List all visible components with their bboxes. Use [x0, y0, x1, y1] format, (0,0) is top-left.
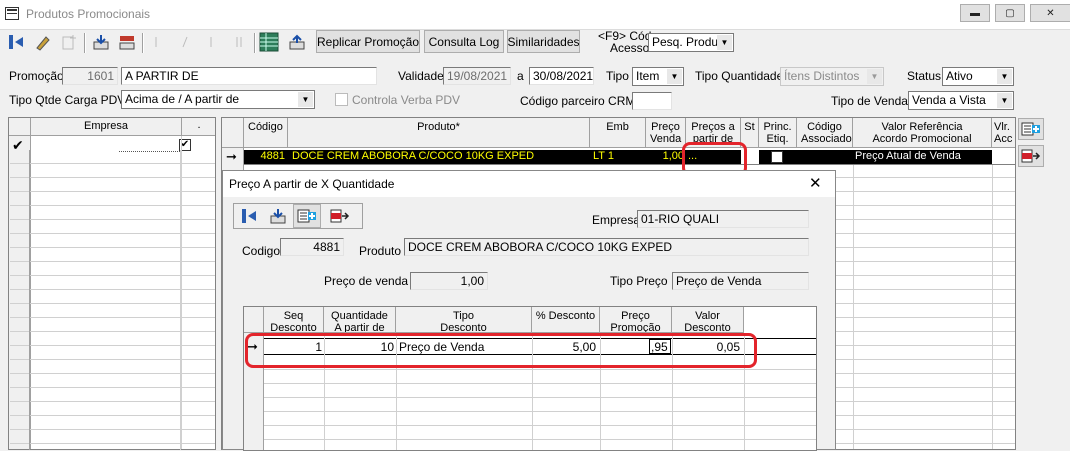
dialog-codigo-label: Codigo	[242, 244, 281, 258]
promocao-label: Promoção	[9, 69, 64, 83]
chevron-down-icon: ▼	[667, 69, 682, 84]
tipo-venda-label: Tipo de Venda	[831, 94, 908, 108]
col-tipo-desconto-header[interactable]: Tipo Desconto	[396, 307, 532, 333]
dialog-add-item-icon[interactable]	[293, 204, 321, 228]
dialog-tipo-preco-field: Preço de Venda	[672, 272, 809, 290]
dialog-produto-field: DOCE CREM ABOBORA C/COCO 10KG EXPED	[404, 238, 809, 256]
maximize-button[interactable]: ▢	[995, 4, 1025, 22]
row-valor-referencia[interactable]: Preço Atual de Venda	[853, 150, 992, 164]
dialog-close-icon[interactable]: ✕	[809, 174, 822, 192]
dialog-exit-icon[interactable]	[237, 206, 263, 226]
dialog-save-icon[interactable]	[265, 206, 291, 226]
validade-from-field[interactable]: 19/08/2021	[443, 67, 511, 85]
col-pct-desconto-header[interactable]: % Desconto	[532, 307, 600, 333]
col-emb-header[interactable]: Emb	[590, 118, 646, 148]
dialog-preco-venda-label: Preço de venda	[324, 274, 409, 288]
dialog-desconto-grid[interactable]: Seq Desconto Quantidade A partir de Tipo De…	[243, 306, 817, 451]
chevron-down-icon: ▼	[717, 35, 732, 50]
last-record-icon	[226, 32, 252, 52]
col-preco-promocao-header[interactable]: Preço Promoção	[600, 307, 672, 333]
col-produto-header[interactable]: Produto*	[288, 118, 590, 148]
chevron-down-icon: ▼	[997, 93, 1012, 108]
col-preco-venda-header[interactable]: Preço Venda	[646, 118, 686, 148]
promocao-code-field[interactable]: 1601	[62, 67, 118, 85]
dialog-empresa-field: 01-RIO QUALI	[637, 210, 809, 228]
current-row-arrow-icon: ➞	[226, 149, 237, 164]
similaridades-button[interactable]: Similaridades	[507, 30, 580, 53]
tipo-venda-dropdown[interactable]: Venda a Vista ▼	[908, 91, 1014, 110]
app-icon	[5, 7, 19, 20]
next-record-icon	[198, 32, 224, 52]
row-emb[interactable]: LT 1	[593, 150, 643, 164]
print-icon[interactable]	[284, 32, 310, 52]
preco-a-partir-dialog: Preço A partir de X Quantidade ✕ Empresa…	[222, 170, 836, 451]
codigo-parceiro-field[interactable]	[632, 92, 672, 110]
dialog-title-bar: Preço A partir de X Quantidade ✕	[223, 171, 835, 197]
delete-icon[interactable]	[114, 32, 140, 52]
tipo-label: Tipo	[606, 69, 629, 83]
first-record-icon	[146, 32, 172, 52]
dialog-preco-venda-field: 1,00	[410, 272, 488, 290]
controla-verba-checkbox	[335, 93, 348, 106]
acesso-label: <F9> Cód Acesso	[598, 29, 652, 55]
add-item-icon[interactable]	[1018, 118, 1044, 140]
dialog-codigo-field: 4881	[280, 238, 344, 256]
close-window-button[interactable]: ✕	[1030, 4, 1070, 22]
edit-pencil-icon[interactable]	[30, 32, 56, 52]
status-dropdown[interactable]: Ativo ▼	[942, 67, 1014, 86]
row-princ-etiq-checkbox[interactable]	[771, 151, 783, 163]
chevron-down-icon: ▼	[867, 69, 882, 84]
validade-sep-label: a	[517, 69, 524, 83]
tipo-qtde-carga-dropdown[interactable]: Acima de / A partir de ▼	[121, 90, 315, 109]
row-produto[interactable]: DOCE CREM ABOBORA C/COCO 10KG EXPED	[292, 150, 588, 164]
col-valor-desconto-header[interactable]: Valor Desconto	[672, 307, 744, 333]
tipo-quantidade-dropdown: Ítens Distintos ▼	[780, 67, 884, 86]
window-title: Produtos Promocionais	[26, 7, 151, 21]
empresa-column-header[interactable]: Empresa	[31, 118, 182, 136]
promocao-name-field[interactable]: A PARTIR DE	[121, 67, 377, 85]
codigo-parceiro-label: Código parceiro CRM	[520, 94, 636, 108]
col-princ-etiq-header[interactable]: Princ. Etiq.	[759, 118, 797, 148]
empresa-flag-column-header[interactable]: .	[182, 118, 215, 136]
exit-icon[interactable]	[4, 32, 30, 52]
tipo-dropdown[interactable]: Item ▼	[632, 67, 684, 86]
controla-verba-label: Controla Verba PDV	[352, 93, 461, 107]
dialog-tipo-preco-label: Tipo Preço	[610, 274, 668, 288]
dialog-produto-label: Produto	[359, 244, 402, 258]
col-seq-desconto-header[interactable]: Seq Desconto	[264, 307, 324, 333]
col-codigo-header[interactable]: Código	[244, 118, 288, 148]
col-quantidade-header[interactable]: Quantidade A partir de	[324, 307, 396, 333]
validade-label: Validade	[398, 69, 444, 83]
tipo-qtde-carga-label: Tipo Qtde Carga PDV	[9, 93, 126, 107]
prior-record-icon	[172, 32, 198, 52]
row-preco-venda[interactable]: 1,00	[646, 150, 686, 164]
remove-item-icon[interactable]	[1018, 145, 1044, 167]
minimize-button[interactable]: ▬	[960, 4, 990, 22]
title-bar: Produtos Promocionais ▬ ▢ ✕	[0, 0, 1070, 30]
chevron-down-icon: ▼	[997, 69, 1012, 84]
dialog-empresa-label: Empresa	[592, 213, 641, 227]
col-codigo-associado-header[interactable]: Código Associado	[797, 118, 853, 148]
dialog-title: Preço A partir de X Quantidade	[229, 177, 395, 191]
highlight-desconto-row	[245, 333, 757, 368]
grid-view-icon[interactable]	[256, 32, 282, 52]
chevron-down-icon: ▼	[298, 92, 313, 107]
col-valor-referencia-header[interactable]: Valor Referência Acordo Promocional	[853, 118, 992, 148]
new-record-icon	[56, 32, 82, 52]
acesso-dropdown[interactable]: Pesq. Produto ▼	[648, 33, 734, 52]
consulta-log-button[interactable]: Consulta Log	[424, 30, 504, 53]
tipo-quantidade-label: Tipo Quantidade	[695, 69, 784, 83]
col-vlr-acc-header[interactable]: Vlr. Acc	[992, 118, 1015, 148]
status-label: Status	[907, 69, 942, 83]
row-codigo[interactable]: 4881	[244, 150, 288, 164]
validade-to-field[interactable]: 30/08/2021	[529, 67, 594, 85]
dialog-remove-item-icon[interactable]	[327, 206, 353, 226]
replicar-promocao-button[interactable]: Replicar Promoção	[316, 30, 420, 53]
save-icon[interactable]	[88, 32, 114, 52]
